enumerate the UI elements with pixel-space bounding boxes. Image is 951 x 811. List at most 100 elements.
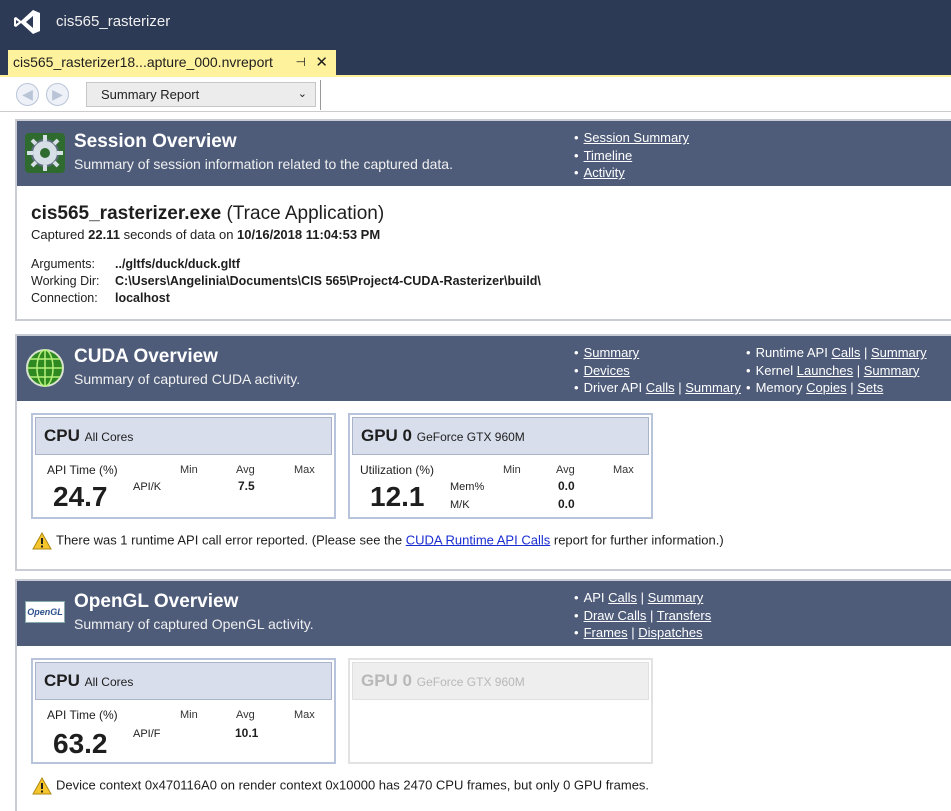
opengl-overview-title: OpenGL Overview [74,591,239,612]
gpu-metric-value: 12.1 [370,481,425,512]
api-per-kernel-label: API/K [133,481,162,493]
cuda-globe-icon [26,349,64,387]
driver-api-summary-link[interactable]: Summary [685,380,741,395]
api-per-frame-avg: 10.1 [235,726,259,740]
opengl-warning-text: Device context 0x470116A0 on render cont… [56,777,650,793]
cuda-devices-link[interactable]: Devices [584,363,630,378]
frames-link[interactable]: Frames [584,625,628,640]
mem-per-kernel-label: M/K [450,499,470,511]
working-dir-label: Working Dir: [31,274,100,288]
captured-prefix: Captured [31,227,85,242]
working-dir-row: Working Dir: C:\Users\Angelinia\Documents… [31,274,541,288]
avg-header: Avg [236,464,255,476]
runtime-api-calls-link[interactable]: Calls [831,345,860,360]
report-type-select[interactable]: Summary Report ⌄ [86,82,316,107]
process-name-line: cis565_rasterizer.exe (Trace Application… [31,203,384,225]
session-overview-title: Session Overview [74,131,237,152]
connection-value: localhost [115,291,170,305]
opengl-gpu-card: GPU 0 GeForce GTX 960M [348,658,653,764]
driver-api-calls-link[interactable]: Calls [646,380,675,395]
max-header: Max [294,464,315,476]
runtime-api-label: Runtime API [755,345,828,360]
mem-per-kernel-avg: 0.0 [558,497,575,511]
cpu-metric-label: API Time (%) [47,708,118,722]
cuda-runtime-api-calls-link[interactable]: CUDA Runtime API Calls [406,532,551,547]
report-select-value: Summary Report [101,87,200,102]
captured-summary: Captured 22.11 seconds of data on 10/16/… [31,227,380,242]
arguments-row: Arguments: ../gltfs/duck/duck.gltf [31,257,240,271]
captured-seconds: 22.11 [88,227,120,242]
opengl-overview-section: OpenGL OpenGL Overview Summary of captur… [15,579,951,811]
cpu-detail: All Cores [84,675,134,689]
min-header: Min [503,464,521,476]
transfers-link[interactable]: Transfers [657,608,711,623]
close-icon[interactable]: ✕ [315,50,328,75]
title-bar: cis565_rasterizer [0,0,951,45]
cpu-detail: All Cores [84,430,134,444]
cpu-name: CPU [44,426,80,445]
opengl-overview-header: OpenGL OpenGL Overview Summary of captur… [17,581,951,646]
session-overview-header: Session Overview Summary of session info… [17,121,951,186]
app-title: cis565_rasterizer [56,13,171,30]
cuda-links-left: • Summary • Devices • Driver API Calls | Su… [574,345,741,395]
kernel-launches-link[interactable]: Launches [797,363,853,378]
cuda-overview-title: CUDA Overview [74,346,218,367]
process-kind: (Trace Application) [226,203,385,224]
process-name: cis565_rasterizer.exe [31,203,222,224]
opengl-links: • API Calls | Summary • Draw Calls | Trans… [574,590,712,640]
memory-label: Memory [755,380,803,395]
opengl-warning: Device context 0x470116A0 on render cont… [32,777,649,795]
api-per-kernel-avg: 7.5 [238,479,255,493]
opengl-api-summary-link[interactable]: Summary [648,590,704,605]
dispatches-link[interactable]: Dispatches [638,625,702,640]
cuda-gpu-card[interactable]: GPU 0 GeForce GTX 960M Utilization (%) M… [348,413,653,519]
cuda-summary-link[interactable]: Summary [584,345,640,360]
visual-studio-logo-icon [14,10,40,34]
max-header: Max [294,709,315,721]
api-per-frame-label: API/F [133,728,161,740]
min-header: Min [180,464,198,476]
cpu-metric-value: 63.2 [53,728,108,759]
pin-icon[interactable]: ⊣ [296,50,306,75]
memory-copies-link[interactable]: Copies [806,380,846,395]
cuda-warning-text: There was 1 runtime API call error repor… [56,532,403,548]
cuda-overview-subtitle: Summary of captured CUDA activity. [74,371,301,387]
opengl-logo-icon: OpenGL [25,601,65,623]
kernel-summary-link[interactable]: Summary [864,363,920,378]
session-overview-section: Session Overview Summary of session info… [15,119,951,321]
opengl-cpu-card[interactable]: CPU All Cores API Time (%) Min Avg Max 6… [31,658,336,764]
max-header: Max [613,464,634,476]
runtime-api-summary-link[interactable]: Summary [871,345,927,360]
captured-date: 10/16/2018 11:04:53 PM [237,227,381,242]
cuda-cpu-card[interactable]: CPU All Cores API Time (%) Min Avg Max 2… [31,413,336,519]
avg-header: Avg [236,709,255,721]
link-separator: | [678,380,682,395]
chevron-down-icon: ⌄ [297,88,307,100]
driver-api-label: Driver API [583,380,643,395]
cpu-name: CPU [44,671,80,690]
opengl-api-label: API [583,590,605,605]
timeline-link[interactable]: Timeline [584,148,633,163]
document-tab[interactable]: cis565_rasterizer18...apture_000.nvrepor… [8,50,336,75]
working-dir-value: C:\Users\Angelinia\Documents\CIS 565\Pro… [115,274,541,288]
opengl-api-calls-link[interactable]: Calls [608,590,637,605]
kernel-label: Kernel [755,362,794,378]
report-toolbar: ◀ ▶ Summary Report ⌄ [0,75,951,112]
gpu-name: GPU 0 [361,426,413,445]
report-content: Session Overview Summary of session info… [0,112,951,811]
arguments-label: Arguments: [31,257,95,271]
warning-icon [32,777,52,795]
session-overview-subtitle: Summary of session information related t… [74,156,453,172]
activity-link[interactable]: Activity [584,165,625,180]
memory-sets-link[interactable]: Sets [857,380,883,395]
cpu-metric-label: API Time (%) [47,463,118,477]
gpu-detail: GeForce GTX 960M [416,430,525,444]
session-summary-link[interactable]: Session Summary [584,130,689,145]
cuda-warning: There was 1 runtime API call error repor… [32,532,724,550]
back-arrow-icon[interactable]: ◀ [16,83,39,106]
draw-calls-link[interactable]: Draw Calls [584,608,647,623]
forward-arrow-icon[interactable]: ▶ [46,83,69,106]
document-tab-label: cis565_rasterizer18...apture_000.nvrepor… [13,54,273,70]
arguments-value: ../gltfs/duck/duck.gltf [115,257,241,271]
connection-label: Connection: [31,291,98,305]
